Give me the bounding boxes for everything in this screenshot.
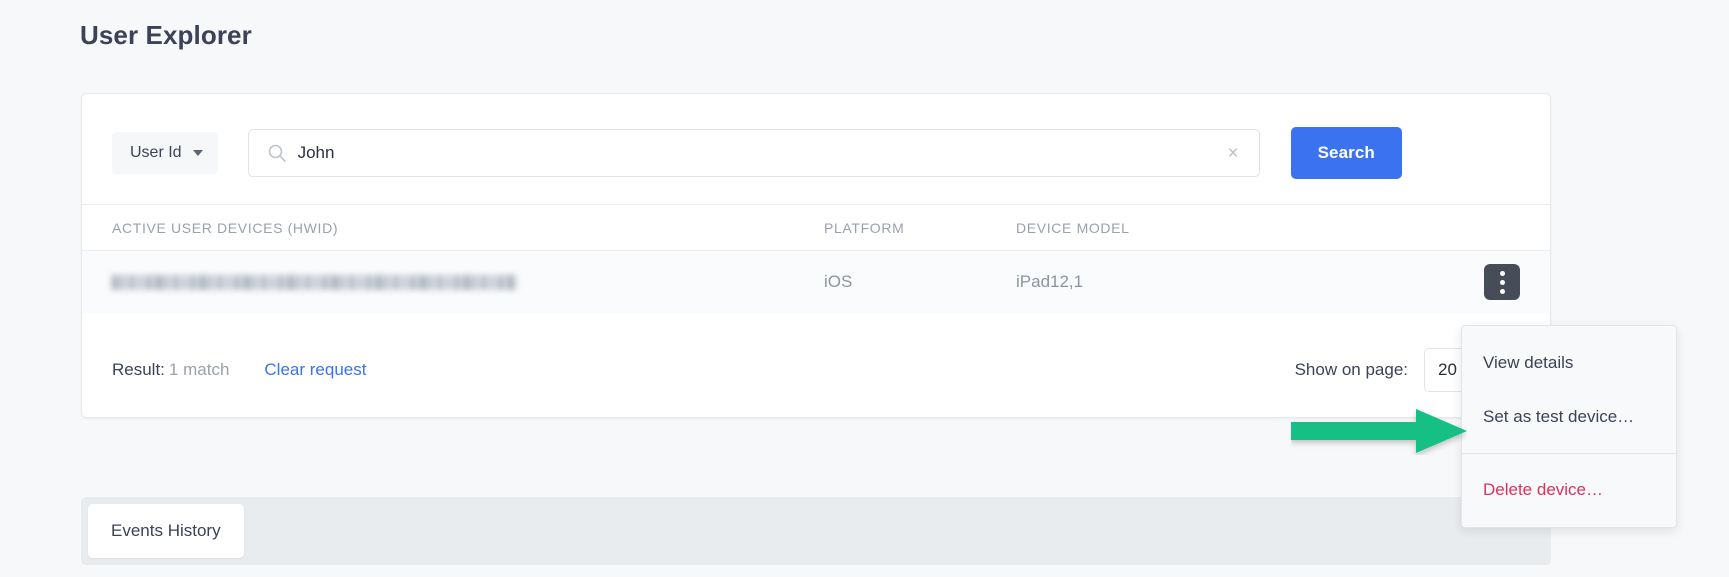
devices-table: ACTIVE USER DEVICES (HWID) PLATFORM DEVI… xyxy=(82,204,1550,313)
search-button[interactable]: Search xyxy=(1290,127,1402,179)
clear-request-link[interactable]: Clear request xyxy=(264,360,366,380)
page-title: User Explorer xyxy=(80,20,252,50)
cell-platform: iOS xyxy=(824,272,853,291)
device-context-menu: View details Set as test device… Delete … xyxy=(1461,325,1677,528)
menu-item-set-as-test-device[interactable]: Set as test device… xyxy=(1462,390,1676,444)
search-field-select[interactable]: User Id xyxy=(112,132,218,174)
column-header-hwid: ACTIVE USER DEVICES (HWID) xyxy=(112,219,339,236)
user-explorer-page: User Explorer User Id × Search xyxy=(0,0,1729,577)
cell-device-model: iPad12,1 xyxy=(1016,272,1084,291)
results-footer: Result: 1 match Clear request Show on pa… xyxy=(82,322,1550,417)
table-header-row: ACTIVE USER DEVICES (HWID) PLATFORM DEVI… xyxy=(82,204,1550,251)
search-input[interactable] xyxy=(297,143,1226,163)
search-icon xyxy=(267,143,287,163)
column-header-model: DEVICE MODEL xyxy=(1016,219,1130,236)
column-header-platform: PLATFORM xyxy=(824,219,905,236)
kebab-menu-icon[interactable] xyxy=(1484,264,1520,300)
kebab-dot xyxy=(1499,279,1505,285)
kebab-dot xyxy=(1499,270,1505,276)
show-on-page-label: Show on page: xyxy=(1294,359,1408,379)
hwid-redacted-value xyxy=(112,274,517,290)
menu-item-delete-device[interactable]: Delete device… xyxy=(1462,463,1676,517)
search-results-card: User Id × Search ACTIVE USER DEVICES (HW… xyxy=(81,93,1551,418)
tab-events-history[interactable]: Events History xyxy=(88,504,244,558)
events-tabbar: Events History xyxy=(81,497,1551,565)
table-row: iOS iPad12,1 xyxy=(82,251,1550,313)
menu-separator xyxy=(1462,453,1676,454)
cell-hwid xyxy=(112,274,824,290)
kebab-dot xyxy=(1499,288,1505,294)
search-box[interactable]: × xyxy=(247,129,1260,177)
search-field-label: User Id xyxy=(130,144,182,161)
search-toolbar: User Id × Search xyxy=(82,94,1550,212)
result-count: 1 match xyxy=(168,359,230,379)
close-icon[interactable]: × xyxy=(1225,144,1240,163)
menu-item-view-details[interactable]: View details xyxy=(1462,336,1676,390)
chevron-down-icon xyxy=(192,150,203,156)
result-label: Result: xyxy=(112,359,165,379)
